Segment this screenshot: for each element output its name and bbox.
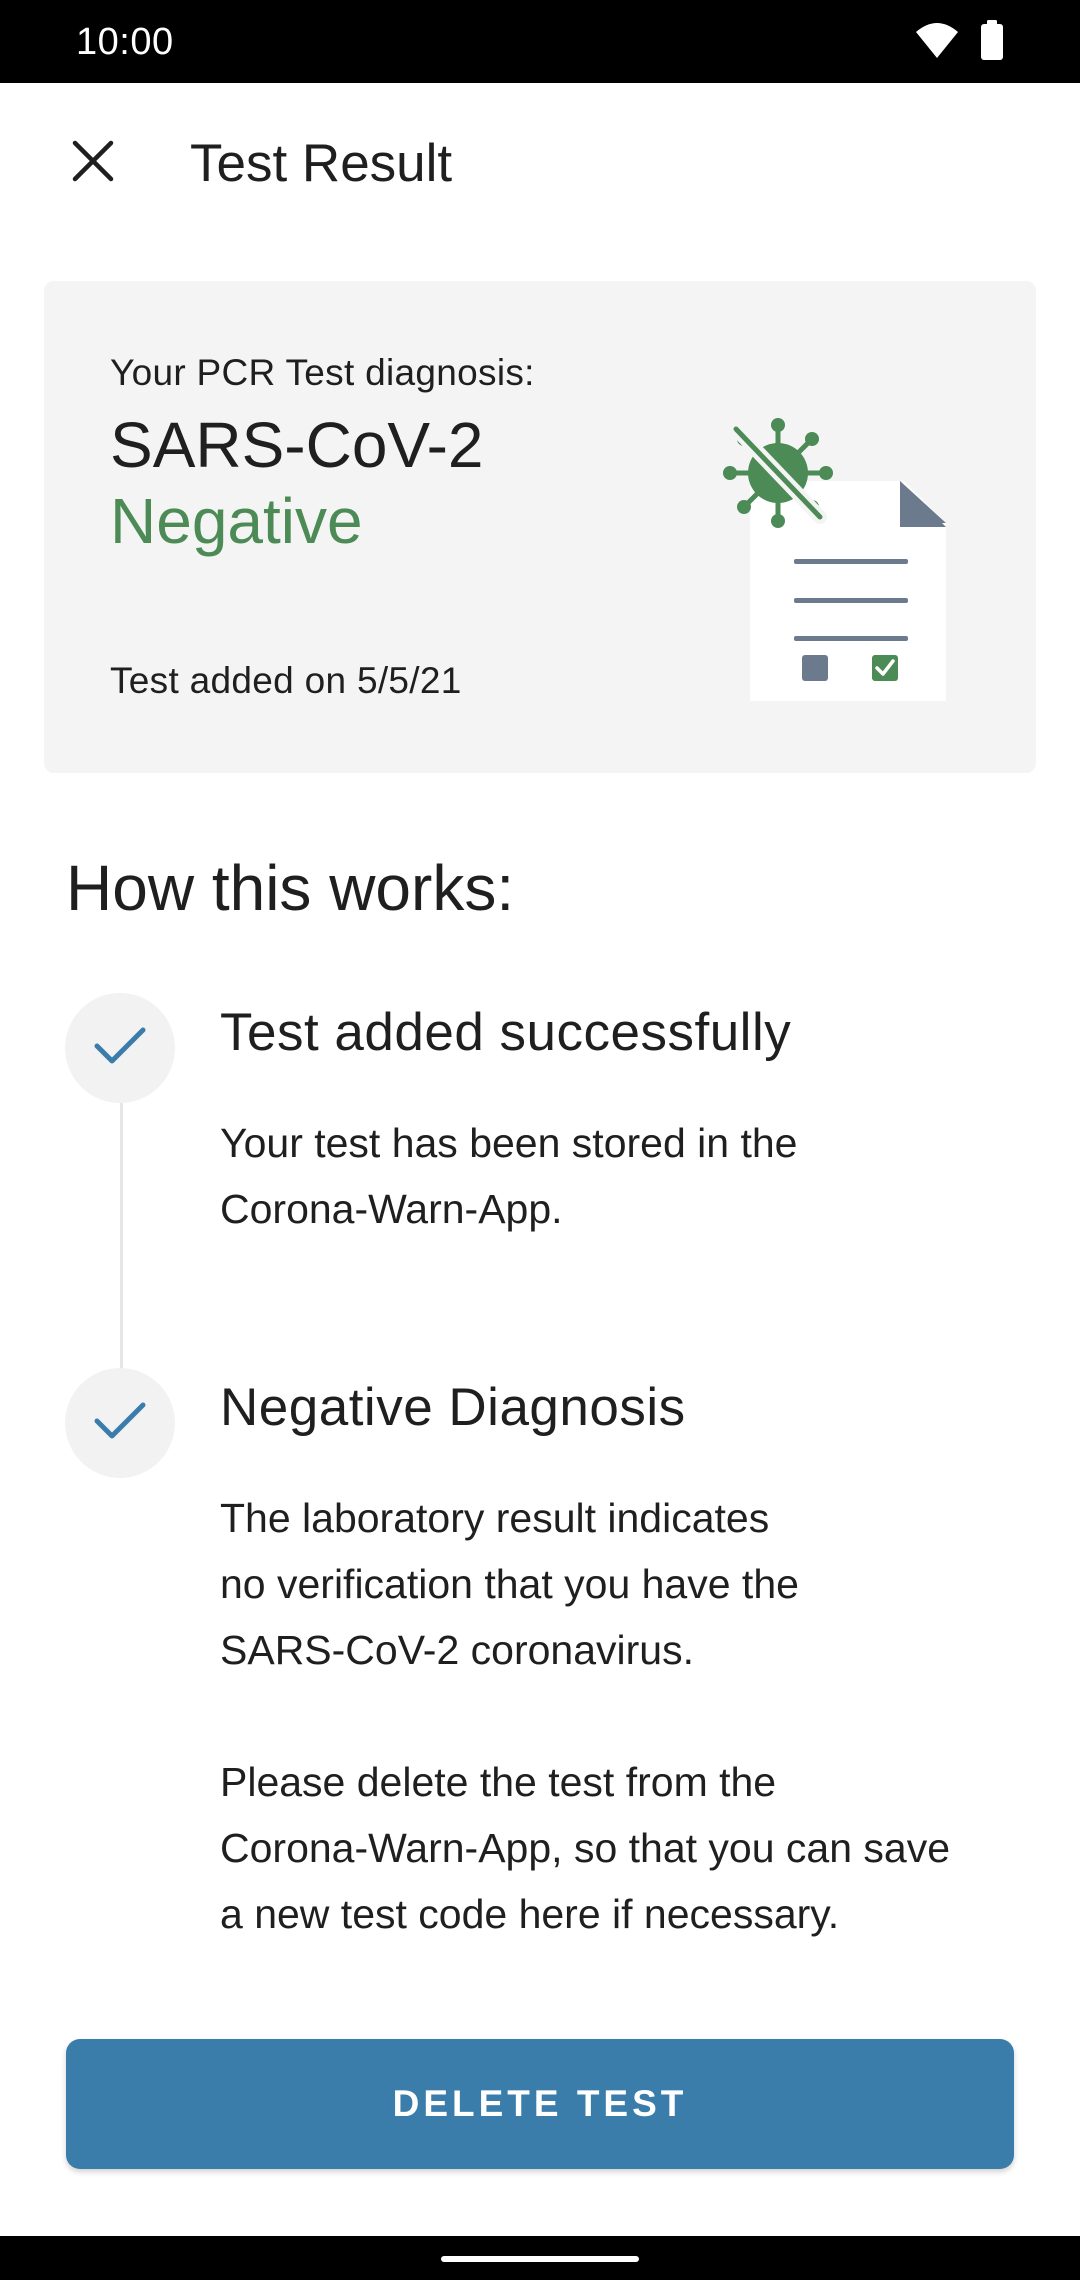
timeline-connector — [120, 1100, 123, 1370]
step-1-body-line: Corona-Warn-App. — [220, 1186, 563, 1232]
status-icons — [914, 19, 1004, 65]
result-status: Negative — [110, 485, 363, 557]
step-2-body-line: a new test code here if necessary. — [220, 1891, 840, 1937]
step-2-title: Negative Diagnosis — [220, 1378, 686, 1437]
step-2-body: The laboratory result indicates no verif… — [220, 1485, 1020, 1947]
step-1-indicator — [65, 993, 175, 1103]
step-1-body: Your test has been stored in the Corona-… — [220, 1110, 1020, 1242]
status-bar: 10:00 — [0, 0, 1080, 83]
virus-name: SARS-CoV-2 — [110, 409, 484, 481]
battery-icon — [980, 19, 1004, 65]
test-result-card: Your PCR Test diagnosis: SARS-CoV-2 Nega… — [44, 281, 1036, 773]
step-2-paragraph: Please delete the test from the Corona-W… — [220, 1749, 1020, 1947]
home-indicator[interactable] — [441, 2256, 639, 2262]
step-2-body-line: The laboratory result indicates — [220, 1495, 770, 1541]
step-2-paragraph: The laboratory result indicates no verif… — [220, 1485, 1020, 1683]
diagnosis-label: Your PCR Test diagnosis: — [110, 352, 535, 393]
page-title: Test Result — [190, 134, 453, 193]
step-2-body-line: no verification that you have the — [220, 1561, 799, 1607]
check-icon — [94, 1401, 146, 1446]
test-added-date: Test added on 5/5/21 — [110, 660, 462, 701]
document-negative-virus-illustration — [684, 391, 964, 711]
check-icon — [94, 1026, 146, 1071]
close-icon — [71, 139, 115, 188]
step-2-body-line: SARS-CoV-2 coronavirus. — [220, 1627, 694, 1673]
step-2-body-line: Please delete the test from the — [220, 1759, 777, 1805]
step-2-indicator — [65, 1368, 175, 1478]
close-button[interactable] — [55, 125, 131, 201]
step-1-title: Test added successfully — [220, 1003, 792, 1062]
delete-test-button[interactable]: DELETE TEST — [66, 2039, 1014, 2169]
status-time: 10:00 — [76, 21, 174, 63]
how-this-works-heading: How this works: — [66, 852, 515, 924]
step-1-body-line: Your test has been stored in the — [220, 1120, 798, 1166]
wifi-icon — [914, 20, 960, 65]
app-bar: Test Result — [0, 83, 1080, 243]
step-2-body-line: Corona-Warn-App, so that you can save — [220, 1825, 951, 1871]
